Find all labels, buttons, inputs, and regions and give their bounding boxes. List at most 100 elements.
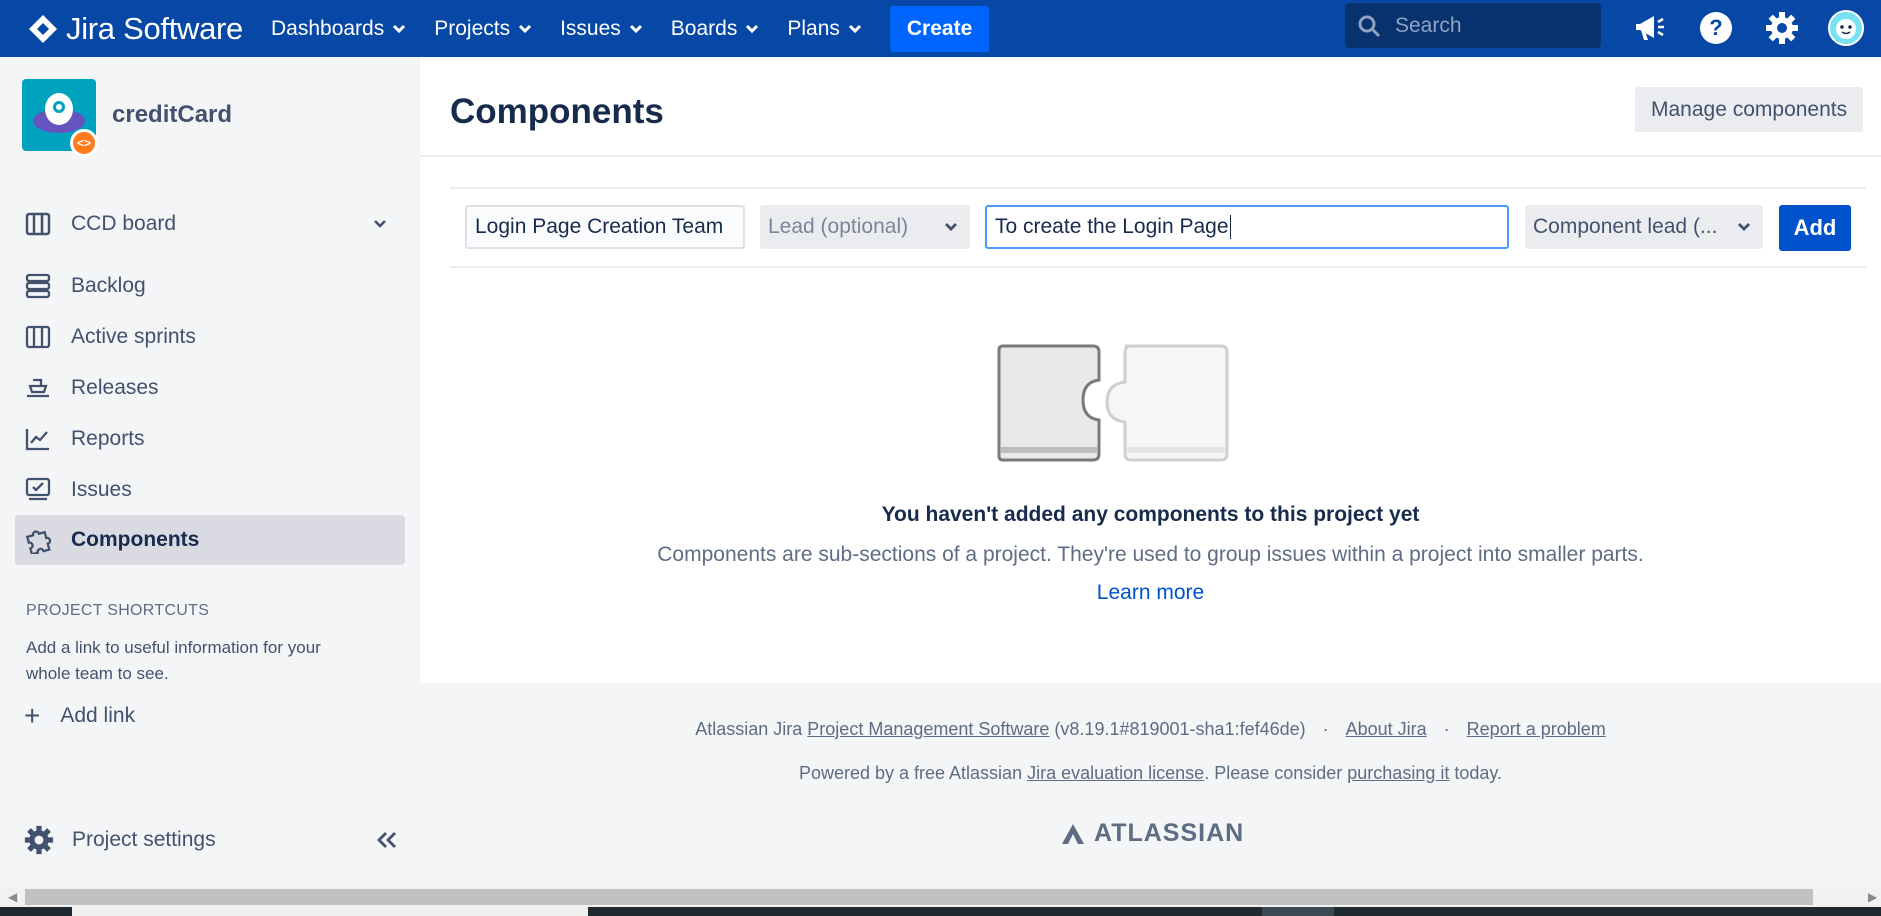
- create-button[interactable]: Create: [889, 5, 990, 52]
- nav-projects-label: Projects: [434, 16, 511, 40]
- add-link-label: Add link: [60, 704, 136, 727]
- component-name-input[interactable]: Login Page Creation Team: [465, 205, 745, 249]
- sidebar-item-backlog[interactable]: Backlog: [15, 261, 405, 311]
- text-caret: [1229, 215, 1231, 239]
- project-settings-label: Project settings: [72, 828, 216, 851]
- sidebar-item-releases[interactable]: Releases: [15, 363, 405, 413]
- component-description-value: To create the Login Page: [995, 215, 1229, 238]
- help-icon[interactable]: ?: [1696, 8, 1736, 48]
- component-lead-select[interactable]: Component lead (...: [1525, 205, 1763, 249]
- nav-boards[interactable]: Boards: [671, 0, 760, 57]
- chevron-down-icon: [945, 223, 957, 231]
- add-link-button[interactable]: + Add link: [24, 702, 135, 730]
- horizontal-scrollbar[interactable]: ◀ ▶: [0, 887, 1881, 907]
- nav-plans[interactable]: Plans: [787, 0, 862, 57]
- sidebar-item-components-label: Components: [71, 528, 200, 551]
- add-component-button[interactable]: Add: [1779, 205, 1851, 251]
- lead-placeholder: Lead (optional): [768, 215, 909, 238]
- footer-version: (v8.19.1#819001-sha1:fef46de): [1049, 719, 1306, 739]
- empty-state-description: Components are sub-sections of a project…: [657, 543, 1644, 566]
- settings-gear-icon[interactable]: [1762, 8, 1802, 48]
- chevron-down-icon: [629, 24, 642, 33]
- sidebar-item-issues-label: Issues: [71, 478, 132, 501]
- chevron-down-icon: [393, 24, 406, 33]
- notifications-megaphone-icon[interactable]: [1629, 8, 1669, 48]
- lead-select[interactable]: Lead (optional): [760, 205, 970, 249]
- project-avatar: <>: [22, 79, 98, 157]
- divider: [420, 155, 1881, 157]
- footer-line2-suffix: today.: [1449, 763, 1503, 783]
- sidebar-item-board-label: CCD board: [71, 212, 177, 235]
- learn-more-link[interactable]: Learn more: [420, 581, 1881, 605]
- purchasing-link[interactable]: purchasing it: [1347, 763, 1449, 783]
- empty-state-title: You haven't added any components to this…: [881, 503, 1420, 526]
- sidebar-item-reports[interactable]: Reports: [15, 414, 405, 464]
- evaluation-license-link[interactable]: Jira evaluation license: [1027, 763, 1204, 783]
- taskbar-window[interactable]: [1262, 907, 1334, 916]
- gear-icon: [24, 825, 54, 855]
- puzzle-pieces-illustration: [997, 344, 1229, 462]
- footer-separator: ·: [1317, 719, 1334, 739]
- taskbar-window[interactable]: [72, 907, 588, 916]
- main-content: Components Manage components Login Page …: [420, 57, 1881, 683]
- footer-line2-mid: . Please consider: [1204, 763, 1348, 783]
- jira-diamond-icon: [29, 14, 57, 43]
- search-placeholder: Search: [1395, 13, 1462, 37]
- chevron-down-icon: [519, 24, 532, 33]
- collapse-sidebar-icon[interactable]: [375, 830, 399, 850]
- atlassian-mark-icon: [1062, 823, 1084, 844]
- logo-text: Jira Software: [66, 10, 243, 46]
- scrollbar-thumb[interactable]: [25, 889, 1813, 905]
- project-management-software-link[interactable]: Project Management Software: [807, 719, 1049, 739]
- search-input[interactable]: Search: [1345, 3, 1601, 48]
- project-name: creditCard: [112, 101, 233, 128]
- sidebar-item-backlog-label: Backlog: [71, 274, 146, 297]
- about-jira-link[interactable]: About Jira: [1346, 719, 1427, 739]
- sprint-board-icon: [25, 325, 65, 349]
- project-shortcuts-heading: PROJECT SHORTCUTS: [26, 602, 210, 619]
- backlog-icon: [25, 273, 65, 299]
- scroll-right-arrow-icon[interactable]: ▶: [1868, 890, 1877, 904]
- component-lead-label: Component lead (...: [1533, 215, 1718, 238]
- sidebar-item-active-sprints-label: Active sprints: [71, 325, 196, 348]
- ship-icon: [25, 376, 65, 400]
- board-icon: [25, 212, 65, 236]
- atlassian-logo[interactable]: ATLASSIAN: [1060, 819, 1244, 848]
- plus-icon: +: [24, 700, 41, 731]
- nav-dashboards-label: Dashboards: [271, 16, 385, 40]
- sidebar-item-board[interactable]: CCD board: [15, 199, 405, 249]
- component-description-input[interactable]: To create the Login Page: [985, 205, 1509, 249]
- footer-line2-prefix: Powered by a free Atlassian: [798, 763, 1028, 783]
- code-badge-icon: <>: [70, 129, 98, 157]
- chevron-down-icon: [746, 24, 759, 33]
- sidebar-item-reports-label: Reports: [71, 427, 145, 450]
- nav-issues-label: Issues: [560, 16, 621, 40]
- project-shortcuts-description: Add a link to useful information for you…: [26, 638, 321, 683]
- nav-dashboards[interactable]: Dashboards: [271, 0, 406, 57]
- puzzle-icon: [25, 526, 65, 554]
- nav-projects[interactable]: Projects: [434, 0, 532, 57]
- chevron-down-icon: [1738, 223, 1750, 231]
- footer-prefix: Atlassian Jira: [695, 719, 808, 739]
- project-settings-link[interactable]: Project settings: [24, 825, 399, 855]
- footer-line-2: Powered by a free Atlassian Jira evaluat…: [420, 763, 1881, 784]
- sidebar-item-issues[interactable]: Issues: [15, 465, 405, 515]
- sidebar-item-components[interactable]: Components: [15, 515, 405, 565]
- chevron-down-icon: [848, 24, 861, 33]
- project-header[interactable]: <> creditCard: [22, 79, 233, 157]
- taskbar-strip: [0, 907, 1881, 916]
- issues-icon: [25, 477, 65, 503]
- page-title: Components: [450, 92, 664, 131]
- scroll-left-arrow-icon[interactable]: ◀: [8, 890, 17, 904]
- top-navigation: Jira Software Dashboards Projects Issues…: [0, 0, 1881, 57]
- chevron-down-icon[interactable]: [373, 219, 387, 229]
- nav-issues[interactable]: Issues: [560, 0, 643, 57]
- jira-logo[interactable]: Jira Software: [28, 0, 243, 57]
- add-component-form: Login Page Creation Team Lead (optional)…: [450, 187, 1866, 268]
- footer: Atlassian Jira Project Management Softwa…: [420, 683, 1881, 887]
- sidebar-item-active-sprints[interactable]: Active sprints: [15, 312, 405, 362]
- report-problem-link[interactable]: Report a problem: [1467, 719, 1606, 739]
- user-avatar[interactable]: [1826, 8, 1866, 48]
- svg-text:?: ?: [1709, 15, 1722, 40]
- manage-components-button[interactable]: Manage components: [1635, 87, 1864, 132]
